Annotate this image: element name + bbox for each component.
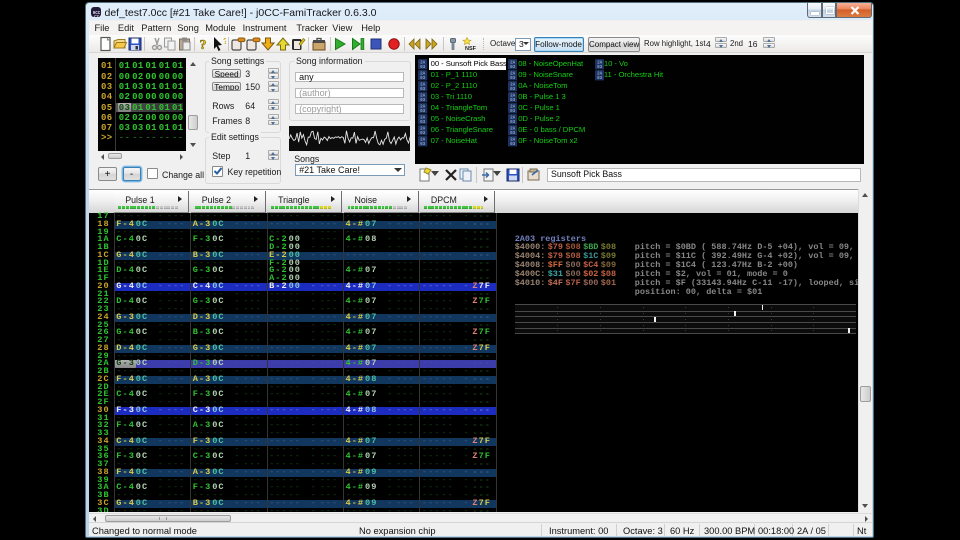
svg-text:03: 03 bbox=[420, 65, 426, 69]
svg-text:?: ? bbox=[223, 37, 226, 46]
svg-text:03: 03 bbox=[420, 76, 426, 80]
svg-text:03: 03 bbox=[510, 120, 516, 124]
svg-text:NSF: NSF bbox=[465, 46, 477, 52]
svg-text:03: 03 bbox=[597, 65, 603, 69]
svg-text:03: 03 bbox=[420, 87, 426, 91]
svg-text:03: 03 bbox=[597, 76, 603, 80]
svg-text:03: 03 bbox=[420, 98, 426, 102]
svg-text:03: 03 bbox=[510, 65, 516, 69]
svg-text:03: 03 bbox=[420, 120, 426, 124]
svg-text:03: 03 bbox=[420, 131, 426, 135]
svg-text:03: 03 bbox=[510, 98, 516, 102]
svg-text:03: 03 bbox=[420, 142, 426, 146]
svg-text:03: 03 bbox=[420, 109, 426, 113]
svg-text:03: 03 bbox=[510, 109, 516, 113]
svg-text:?: ? bbox=[200, 38, 207, 52]
svg-text:03: 03 bbox=[510, 87, 516, 91]
svg-text:03: 03 bbox=[510, 142, 516, 146]
svg-text:0CC: 0CC bbox=[93, 12, 101, 16]
svg-text:03: 03 bbox=[510, 131, 516, 135]
svg-text:03: 03 bbox=[510, 76, 516, 80]
